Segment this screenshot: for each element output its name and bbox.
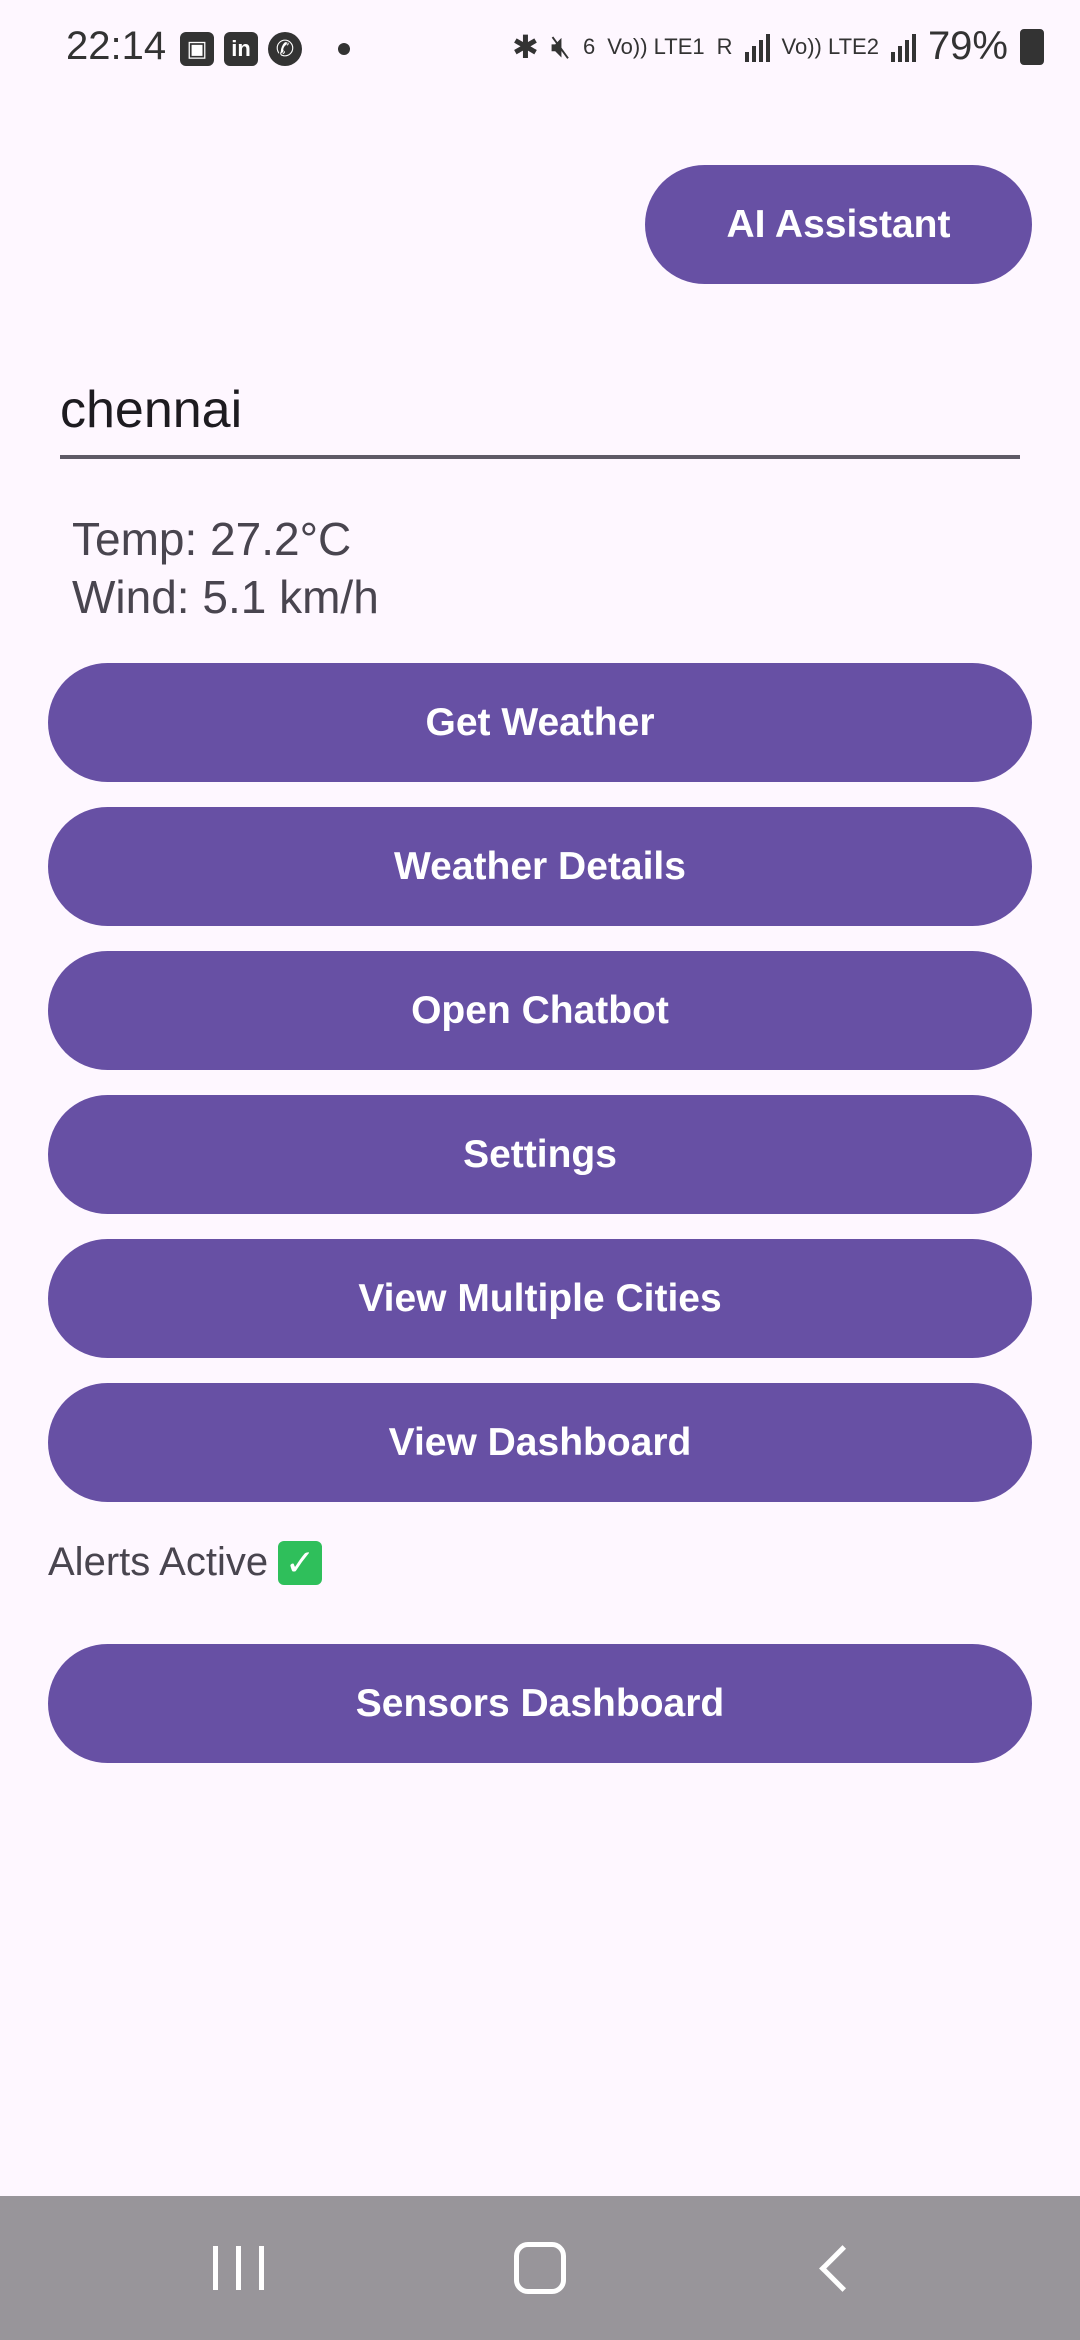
alerts-status: Alerts Active ✓ (48, 1540, 323, 1585)
temperature-text: Temp: 27.2°C (72, 513, 352, 565)
alerts-label: Alerts Active (48, 1540, 269, 1584)
battery-percent: 79% (927, 24, 1008, 68)
status-right-icons: ✱ 🔇︎ 6 Vo)) LTE1 R Vo)) LTE2 79% (512, 24, 1044, 69)
phone-app-icon: ✆ (268, 32, 302, 66)
roaming-label: R (716, 33, 733, 59)
bluetooth-icon: ✱ (511, 28, 539, 65)
settings-button[interactable]: Settings (48, 1095, 1032, 1214)
home-icon[interactable] (460, 2196, 620, 2340)
wifi-icon: 6 (582, 33, 596, 59)
lte2-label: Vo)) LTE2 (781, 33, 879, 59)
notification-dot (338, 43, 350, 55)
linkedin-icon: in (224, 32, 258, 66)
sensors-dashboard-button[interactable]: Sensors Dashboard (48, 1644, 1032, 1763)
view-dashboard-button[interactable]: View Dashboard (48, 1383, 1032, 1502)
recents-icon[interactable] (158, 2196, 318, 2340)
wind-text: Wind: 5.1 km/h (72, 571, 379, 623)
ai-assistant-button[interactable]: AI Assistant (645, 165, 1032, 284)
wifi-label: 6 (582, 33, 596, 59)
status-left-icons: ▣ in ✆ (180, 32, 350, 66)
weather-info: Temp: 27.2°C Wind: 5.1 km/h (72, 510, 379, 626)
status-time: 22:14 (66, 24, 167, 68)
city-input-field[interactable] (60, 375, 1020, 459)
view-multiple-cities-button[interactable]: View Multiple Cities (48, 1239, 1032, 1358)
status-bar: 22:14 ▣ in ✆ ✱ 🔇︎ 6 Vo)) LTE1 R Vo)) LTE… (0, 0, 1080, 100)
get-weather-button[interactable]: Get Weather (48, 663, 1032, 782)
lte2-signal-icon (890, 32, 916, 62)
city-input[interactable] (60, 375, 1020, 445)
back-icon[interactable] (762, 2196, 922, 2340)
mute-icon: 🔇︎ (550, 27, 571, 64)
lte1-signal-icon (744, 32, 770, 62)
check-mark-icon: ✓ (278, 1540, 323, 1585)
battery-icon (1020, 28, 1044, 65)
weather-details-button[interactable]: Weather Details (48, 807, 1032, 926)
open-chatbot-button[interactable]: Open Chatbot (48, 951, 1032, 1070)
gallery-icon: ▣ (180, 32, 214, 66)
lte1-label: Vo)) LTE1 (607, 33, 705, 59)
navigation-bar (0, 2196, 1080, 2340)
